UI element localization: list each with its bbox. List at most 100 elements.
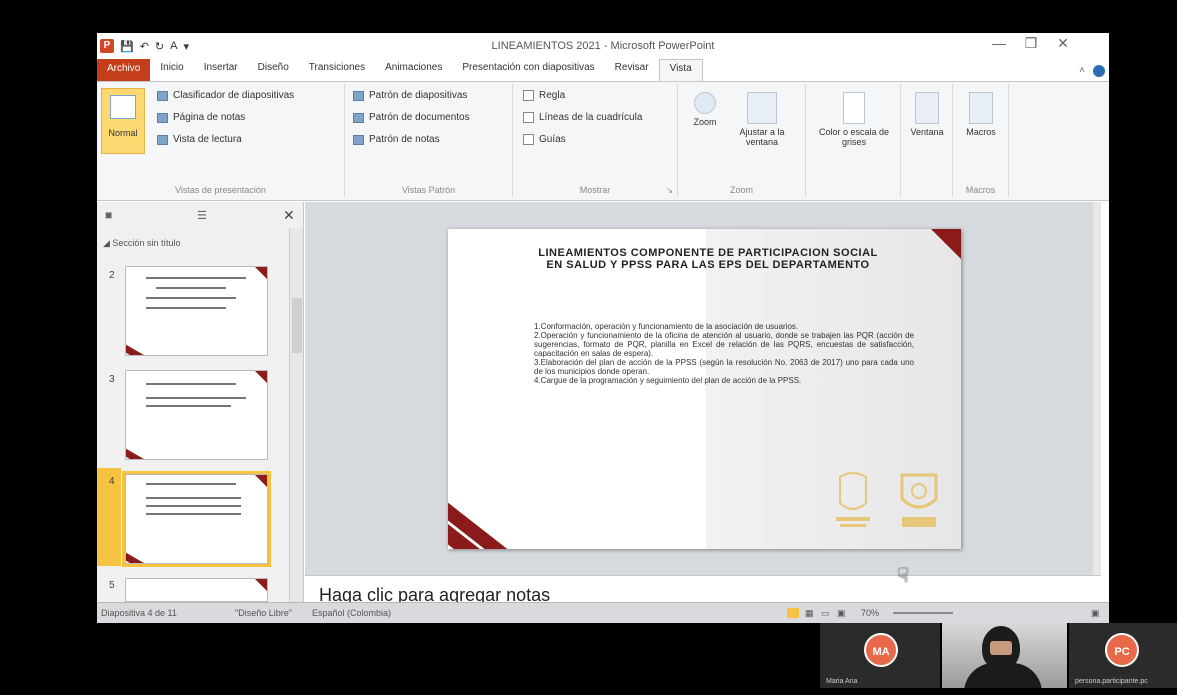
- participant-avatar: MA: [864, 633, 898, 667]
- thumb-line: [146, 513, 241, 515]
- thumb-number: 4: [109, 476, 115, 487]
- gridlines-checkbox[interactable]: Líneas de la cuadrícula: [523, 112, 642, 123]
- dialog-launcher-icon[interactable]: ↘: [666, 186, 673, 195]
- fit-to-window-button[interactable]: Ajustar a la ventana: [734, 92, 790, 147]
- thumb-corner: [255, 267, 267, 279]
- thumb-line: [146, 497, 241, 499]
- slide-thumbnail[interactable]: [125, 370, 268, 460]
- thumb-line: [146, 397, 246, 399]
- thumb-stripe: [126, 548, 181, 563]
- notes-pane[interactable]: Haga clic para agregar notas: [305, 575, 1101, 605]
- normal-view-label: Normal: [108, 128, 138, 138]
- group-show: Regla Líneas de la cuadrícula Guías Most…: [513, 84, 678, 197]
- thumb-line: [146, 405, 231, 407]
- group-presentation-views: Normal Clasificador de diapositivas Pági…: [97, 84, 345, 197]
- editor-vertical-scrollbar[interactable]: [1093, 202, 1101, 575]
- zoom-slider[interactable]: [893, 612, 953, 614]
- section-header[interactable]: ◢ Sección sin título: [103, 238, 180, 249]
- notes-master-label: Patrón de notas: [369, 134, 440, 145]
- handout-master-button[interactable]: Patrón de documentos: [353, 112, 470, 123]
- guides-checkbox[interactable]: Guías: [523, 134, 566, 145]
- thumb-number: 3: [109, 374, 115, 385]
- outline-tab-icon[interactable]: ☰: [197, 209, 207, 222]
- slide-title[interactable]: LINEAMIENTOS COMPONENTE DE PARTICIPACION…: [538, 247, 878, 271]
- group-label-views: Vistas de presentación: [175, 185, 266, 195]
- slide-thumbnail[interactable]: [125, 578, 268, 602]
- handout-master-icon: [353, 112, 364, 123]
- powerpoint-window: P 💾 ↶ ↻ A ▾ LINEAMIENTOS 2021 - Microsof…: [97, 33, 1109, 623]
- slide-body[interactable]: 1.Conformación, operación y funcionamien…: [534, 322, 914, 385]
- ruler-checkbox[interactable]: Regla: [523, 90, 565, 101]
- tab-animations[interactable]: Animaciones: [375, 59, 452, 81]
- tab-home[interactable]: Inicio: [150, 59, 193, 81]
- participant-name: persona.participante.pc: [1075, 678, 1148, 685]
- save-icon[interactable]: 💾: [120, 40, 134, 53]
- slide-sorter-button[interactable]: Clasificador de diapositivas: [157, 90, 294, 101]
- tab-slideshow[interactable]: Presentación con diapositivas: [452, 59, 604, 81]
- section-name: Sección sin título: [112, 238, 181, 248]
- gridlines-check-icon: [523, 112, 534, 123]
- participant-tile[interactable]: MA Maria Ana: [820, 623, 940, 688]
- thumb-number: 2: [109, 270, 115, 281]
- zoom-button[interactable]: Zoom: [684, 92, 726, 127]
- reading-view-status-icon[interactable]: ▭: [821, 608, 830, 619]
- reading-view-button[interactable]: Vista de lectura: [157, 134, 242, 145]
- group-master-views: Patrón de diapositivas Patrón de documen…: [345, 84, 513, 197]
- thumb-stripe: [126, 340, 181, 355]
- maximize-icon[interactable]: ❐: [1017, 35, 1045, 52]
- current-slide[interactable]: LINEAMIENTOS COMPONENTE DE PARTICIPACION…: [448, 229, 961, 549]
- guides-check-icon: [523, 134, 534, 145]
- mouse-cursor-icon: ☟: [897, 565, 910, 587]
- tab-view[interactable]: Vista: [658, 59, 703, 81]
- zoom-level[interactable]: 70%: [861, 608, 879, 618]
- thumbnail-scrollbar[interactable]: [289, 228, 303, 602]
- redo-icon[interactable]: ↻: [155, 40, 164, 53]
- group-window: Ventana: [901, 84, 953, 197]
- help-icon[interactable]: [1093, 65, 1105, 77]
- participant-video-tile[interactable]: [942, 623, 1067, 688]
- reading-view-label: Vista de lectura: [173, 134, 242, 145]
- tab-review[interactable]: Revisar: [605, 59, 659, 81]
- slide-thumbnail[interactable]: [125, 266, 268, 356]
- slide-master-button[interactable]: Patrón de diapositivas: [353, 90, 467, 101]
- fit-to-window-label: Ajustar a la ventana: [739, 127, 785, 147]
- window-button[interactable]: Ventana: [905, 92, 949, 137]
- powerpoint-logo-icon: P: [100, 39, 114, 53]
- undo-icon[interactable]: ↶: [140, 40, 149, 53]
- normal-view-icon: [110, 95, 136, 119]
- slide-master-icon: [353, 90, 364, 101]
- slide-sorter-icon: [157, 90, 168, 101]
- thumb-line: [146, 383, 236, 385]
- fit-slide-icon[interactable]: ▣: [1091, 608, 1100, 619]
- tab-design[interactable]: Diseño: [248, 59, 299, 81]
- gridlines-label: Líneas de la cuadrícula: [539, 112, 643, 123]
- customize-qat-icon[interactable]: ▾: [183, 40, 189, 53]
- macros-icon: [969, 92, 993, 124]
- notes-master-button[interactable]: Patrón de notas: [353, 134, 440, 145]
- slideshow-status-icon[interactable]: ▣: [837, 608, 846, 619]
- notes-page-button[interactable]: Página de notas: [157, 112, 245, 123]
- participant-tile[interactable]: PC persona.participante.pc: [1069, 623, 1177, 688]
- minimize-icon[interactable]: —: [985, 35, 1013, 51]
- scrollbar-thumb[interactable]: [292, 298, 302, 353]
- close-panel-icon[interactable]: ✕: [283, 207, 295, 224]
- macros-button[interactable]: Macros: [957, 92, 1005, 137]
- tab-insert[interactable]: Insertar: [194, 59, 248, 81]
- font-size-icon[interactable]: A: [170, 40, 177, 52]
- normal-view-status-icon[interactable]: [787, 608, 799, 618]
- tab-file[interactable]: Archivo: [97, 59, 151, 81]
- minimize-ribbon-icon[interactable]: ˄: [1079, 65, 1085, 76]
- close-icon[interactable]: ✕: [1049, 35, 1077, 52]
- collapse-panel-icon[interactable]: ■: [105, 208, 112, 222]
- tab-transitions[interactable]: Transiciones: [299, 59, 375, 81]
- slide-thumbnail-selected[interactable]: [122, 471, 271, 567]
- slide-sorter-status-icon[interactable]: ▦: [805, 608, 814, 619]
- slide-item: 4.Cargue de la programación y seguimient…: [534, 376, 802, 385]
- language-indicator[interactable]: Español (Colombia): [312, 608, 391, 618]
- thumb-line: [146, 483, 236, 485]
- normal-view-button[interactable]: Normal: [101, 88, 145, 154]
- thumb-line: [156, 287, 226, 289]
- color-grayscale-button[interactable]: Color o escala de grises: [812, 92, 896, 147]
- participant-video: [990, 641, 1012, 655]
- slide-count: Diapositiva 4 de 11: [101, 608, 177, 618]
